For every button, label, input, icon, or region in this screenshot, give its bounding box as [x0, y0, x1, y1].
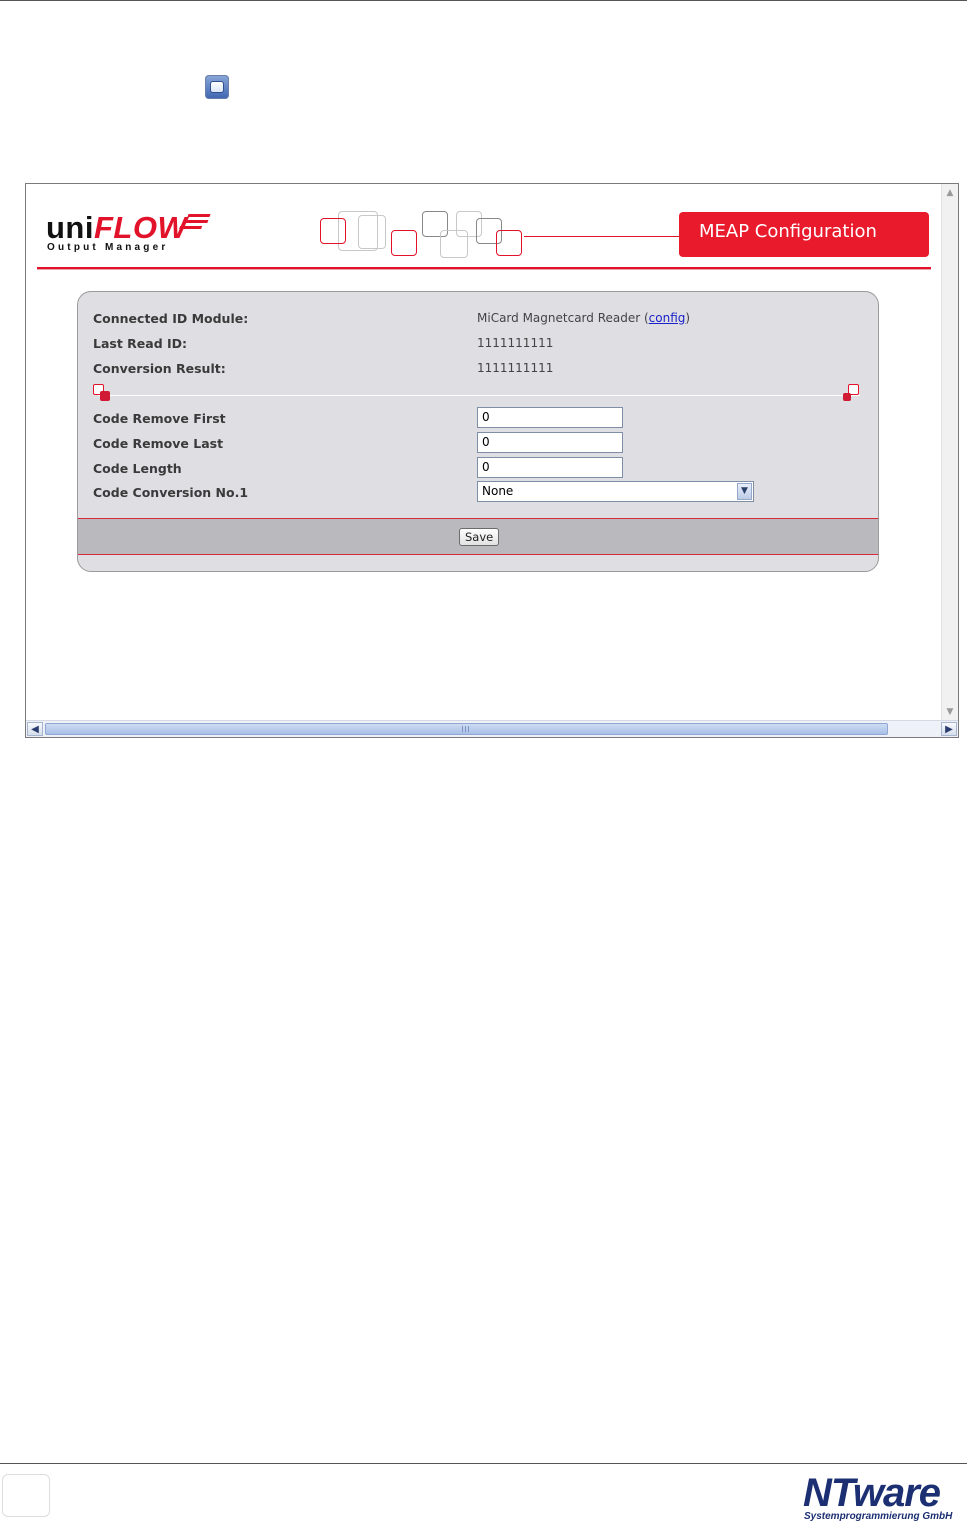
connected-module-value: MiCard Magnetcard Reader (config) [477, 311, 691, 325]
last-read-id-label: Last Read ID: [93, 336, 188, 351]
page-top-rule [0, 0, 967, 1]
page-number-box [2, 1474, 50, 1517]
scroll-down-icon[interactable]: ▼ [943, 704, 957, 720]
divider-right-ornament-fill [843, 393, 851, 401]
code-remove-last-input[interactable]: 0 [477, 432, 623, 453]
scroll-up-icon[interactable]: ▲ [943, 185, 957, 201]
code-length-label: Code Length [93, 461, 182, 476]
code-remove-first-input[interactable]: 0 [477, 407, 623, 428]
code-conversion-select[interactable]: None ▼ [477, 481, 754, 502]
save-button[interactable]: Save [459, 528, 500, 546]
code-remove-last-label: Code Remove Last [93, 436, 224, 451]
code-conversion-selected: None [482, 484, 514, 498]
form-footer-bar: Save [78, 518, 878, 555]
uniflow-logo: uniFLOW Output Manager [46, 210, 226, 256]
connected-module-label: Connected ID Module: [93, 311, 249, 326]
browser-screenshot-frame: uniFLOW Output Manager MEAP Configuratio… [25, 183, 959, 738]
horizontal-scroll-thumb[interactable] [45, 723, 888, 735]
decorative-squares [318, 211, 680, 261]
configuration-panel: Connected ID Module: MiCard Magnetcard R… [77, 291, 879, 572]
vertical-scrollbar[interactable]: ▲ ▼ [941, 184, 958, 721]
scroll-left-icon[interactable]: ◀ [27, 722, 43, 736]
application-window-icon [205, 75, 229, 99]
section-divider [98, 395, 860, 396]
chevron-down-icon[interactable]: ▼ [737, 483, 752, 500]
last-read-id-value: 1111111111 [477, 336, 554, 350]
config-link[interactable]: config [649, 311, 686, 325]
ntware-subtitle: Systemprogrammierung GmbH [804, 1511, 953, 1522]
conversion-result-label: Conversion Result: [93, 361, 226, 376]
logo-subtitle: Output Manager [47, 242, 169, 253]
meap-configuration-badge: MEAP Configuration [679, 212, 929, 257]
page-bottom-rule [0, 1463, 967, 1464]
conversion-result-value: 1111111111 [477, 361, 554, 375]
ntware-logo: NTware Systemprogrammierung GmbH [803, 1471, 953, 1522]
divider-left-ornament-fill [100, 391, 110, 401]
code-length-input[interactable]: 0 [477, 457, 623, 478]
code-remove-first-label: Code Remove First [93, 411, 226, 426]
horizontal-scrollbar[interactable]: ◀ ▶ [26, 720, 958, 737]
code-conversion-label: Code Conversion No.1 [93, 485, 249, 500]
header-divider [37, 267, 931, 270]
scroll-right-icon[interactable]: ▶ [941, 722, 957, 736]
